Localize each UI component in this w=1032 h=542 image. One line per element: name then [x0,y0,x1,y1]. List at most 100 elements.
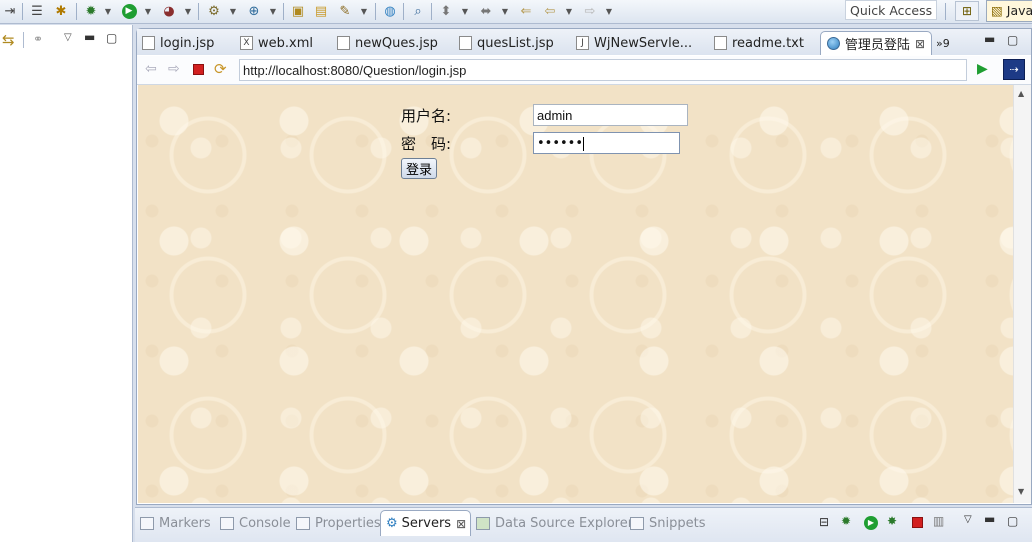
new-server-icon[interactable]: ⚙ [205,2,223,21]
minimize-icon[interactable]: ▬ [984,512,995,526]
minimize-icon[interactable]: ▬ [84,30,95,44]
pen-icon[interactable]: ✎ [336,2,354,21]
tab-queslist-jsp[interactable]: quesList.jsp [459,31,554,55]
chevron-down-icon[interactable]: ▼ [269,2,277,21]
eclipse-browser-icon[interactable]: ⇢ [1003,59,1025,80]
tab-label: readme.txt [732,35,804,51]
tab-label: web.xml [258,35,313,51]
tab-console[interactable]: Console [220,510,291,536]
menu-icon[interactable]: ☰ [28,2,46,21]
chevron-down-icon[interactable]: ▼ [184,2,192,21]
vertical-scrollbar[interactable]: ▲ ▼ [1013,85,1031,503]
tab-markers[interactable]: Markers [140,510,211,536]
back-icon[interactable]: ⇐ [517,2,535,21]
globe-icon[interactable]: ◍ [381,2,399,21]
next-edit-icon[interactable]: ⇨ [581,2,599,21]
overflow-label: »9 [936,36,950,50]
chevron-down-icon[interactable]: ▼ [565,2,573,21]
prev-edit-icon[interactable]: ⇦ [541,2,559,21]
globe-icon [827,37,840,50]
scroll-down-icon[interactable]: ▼ [1018,487,1024,496]
toolbar-separator [198,3,199,20]
close-icon[interactable]: ⊠ [456,517,466,531]
view-menu-icon[interactable]: ▽ [964,514,972,525]
chevron-down-icon[interactable]: ▼ [501,2,509,21]
chevron-down-icon[interactable]: ▼ [104,2,112,21]
forward-icon[interactable]: ⇨ [168,61,180,77]
go-icon[interactable]: ▶ [977,61,988,77]
stop-icon[interactable] [193,64,204,75]
editor-tab-bar: login.jsp Xweb.xml newQues.jsp quesList.… [137,29,1031,55]
minimize-icon[interactable]: ▬ [984,32,995,46]
servers-icon: ⚙ [386,516,398,531]
start-server-icon[interactable]: ▶ [864,514,878,530]
left-view-panel: ⇆ ⚭ ▽ ▬ ▢ [0,25,133,542]
refresh-icon[interactable]: ⟳ [214,60,227,78]
login-button[interactable]: 登录 [401,158,437,179]
chevron-down-icon[interactable]: ▼ [229,2,237,21]
text-cursor [583,136,585,151]
open-type-icon[interactable]: ▣ [289,2,307,21]
tab-snippets[interactable]: Snippets [630,510,705,536]
chevron-down-icon[interactable]: ▼ [461,2,469,21]
tab-readme-txt[interactable]: readme.txt [714,31,804,55]
password-label: 密 码: [401,135,452,153]
tab-label: Servers [401,516,452,531]
debug-step-icon[interactable]: ✱ [52,2,70,21]
run-icon[interactable]: ▶ [120,2,138,21]
maximize-icon[interactable]: ▢ [1007,514,1018,528]
password-input[interactable]: •••••• [533,132,680,154]
java-perspective-button[interactable]: ▧ Java [986,0,1032,22]
back-icon[interactable]: ⇦ [145,61,157,77]
open-perspective-button[interactable]: ⊞ [955,1,979,21]
open-folder-icon[interactable]: ▤ [312,2,330,21]
tab-label: Markers [159,515,211,531]
properties-icon [296,516,310,530]
main-toolbar: ⇥ ☰ ✱ ✹ ▼ ▶ ▼ ◕ ▼ ⚙ ▼ ⊕ ▼ ▣ ▤ ✎ ▼ ◍ ⌕ ⬍ … [0,0,1032,24]
quick-access-field[interactable]: Quick Access [845,0,937,20]
tab-label: newQues.jsp [355,35,438,51]
markers-icon [140,516,154,530]
tab-label: Snippets [649,515,706,531]
maximize-icon[interactable]: ▢ [106,31,117,45]
open-perspective-icon: ⊞ [961,4,973,18]
link-with-editor-icon[interactable]: ⇆ [2,31,15,49]
publish-icon[interactable]: ▥ [933,514,944,528]
text-file-icon [714,36,727,50]
tab-data-source-explorer[interactable]: Data Source Explorer [476,510,633,536]
collapse-icon[interactable]: ⊟ [819,515,829,529]
tab-admin-login[interactable]: 管理员登陆 ⊠ [820,31,932,55]
tab-wjnewservlet[interactable]: J WjNewServle... [576,31,692,55]
skip-icon[interactable]: ⇥ [2,2,18,21]
tab-overflow[interactable]: »9 [936,31,950,55]
snippets-icon [630,516,644,530]
debug-server-icon[interactable]: ✹ [841,514,851,528]
coverage-icon[interactable]: ◕ [160,2,178,21]
collapse-all-icon[interactable]: ⚭ [33,32,43,46]
tab-web-xml[interactable]: Xweb.xml [240,31,313,55]
annotation-icon[interactable]: ⬍ [437,2,455,21]
url-input[interactable] [239,59,967,81]
search-icon[interactable]: ⌕ [409,2,427,21]
password-mask: •••••• [537,136,584,151]
tab-servers[interactable]: ⚙ Servers ⊠ [380,510,471,536]
toolbar-separator [76,3,77,20]
username-input[interactable] [533,104,688,126]
stop-server-icon[interactable] [912,517,923,528]
debug-icon[interactable]: ✹ [82,2,100,21]
chevron-down-icon[interactable]: ▼ [360,2,368,21]
new-class-icon[interactable]: ⊕ [245,2,263,21]
file-icon [337,36,350,50]
profile-server-icon[interactable]: ✸ [887,514,897,528]
next-annotation-icon[interactable]: ⬌ [477,2,495,21]
panel-separator [23,32,24,48]
close-icon[interactable]: ⊠ [915,37,925,51]
tab-newques-jsp[interactable]: newQues.jsp [337,31,438,55]
tab-login-jsp[interactable]: login.jsp [142,31,214,55]
scroll-up-icon[interactable]: ▲ [1018,89,1024,98]
chevron-down-icon[interactable]: ▼ [144,2,152,21]
tab-properties[interactable]: Properties [296,510,381,536]
maximize-icon[interactable]: ▢ [1007,33,1018,47]
view-menu-icon[interactable]: ▽ [64,32,72,43]
chevron-down-icon[interactable]: ▼ [605,2,613,21]
